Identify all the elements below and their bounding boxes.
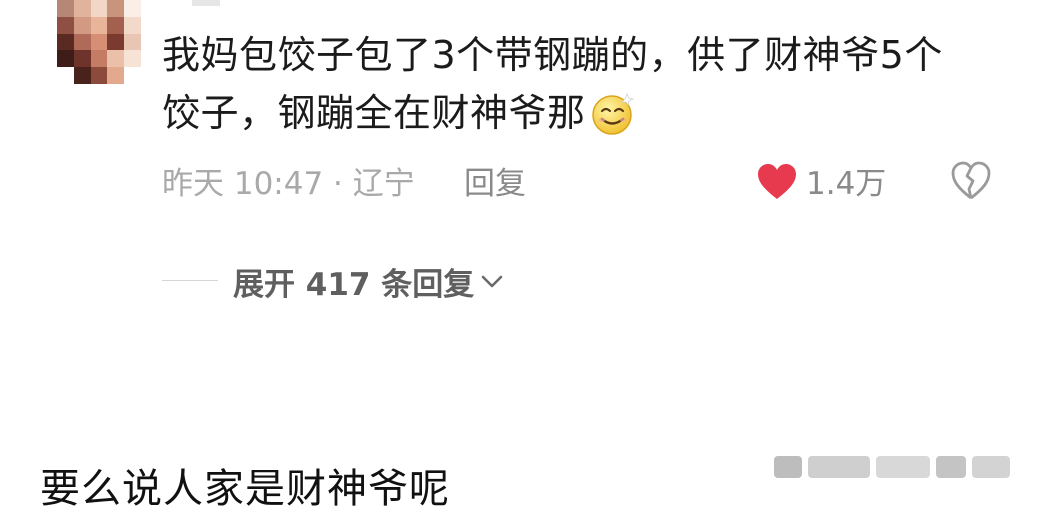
broken-heart-icon[interactable] xyxy=(950,160,992,202)
heart-icon[interactable] xyxy=(756,163,798,201)
replies-divider xyxy=(162,280,218,281)
caption-text: 要么说人家是财神爷呢 xyxy=(40,466,450,512)
faded-top-mark xyxy=(192,0,220,6)
comment-line-2-text: 饺子，钢蹦全在财神爷那 xyxy=(162,91,586,135)
comment-text: 我妈包饺子包了3个带钢蹦的，供了财神爷5个 饺子，钢蹦全在财神爷那 xyxy=(162,26,1022,142)
like-count: 1.4万 xyxy=(806,166,887,202)
avatar[interactable] xyxy=(57,0,141,84)
chevron-down-icon xyxy=(481,275,503,287)
expand-replies-label: 展开 417 条回复 xyxy=(233,267,475,303)
expand-replies-button[interactable]: 展开 417 条回复 xyxy=(233,259,504,304)
comment-line-1: 我妈包饺子包了3个带钢蹦的，供了财神爷5个 xyxy=(162,33,943,77)
blurred-watermark xyxy=(774,452,1010,482)
comment-line-2: 饺子，钢蹦全在财神爷那 xyxy=(162,84,1022,142)
comment-time-location: 昨天 10:47 · 辽宁 xyxy=(162,166,415,202)
smile-emoji-icon xyxy=(591,93,634,135)
reply-button[interactable]: 回复 xyxy=(464,158,526,203)
